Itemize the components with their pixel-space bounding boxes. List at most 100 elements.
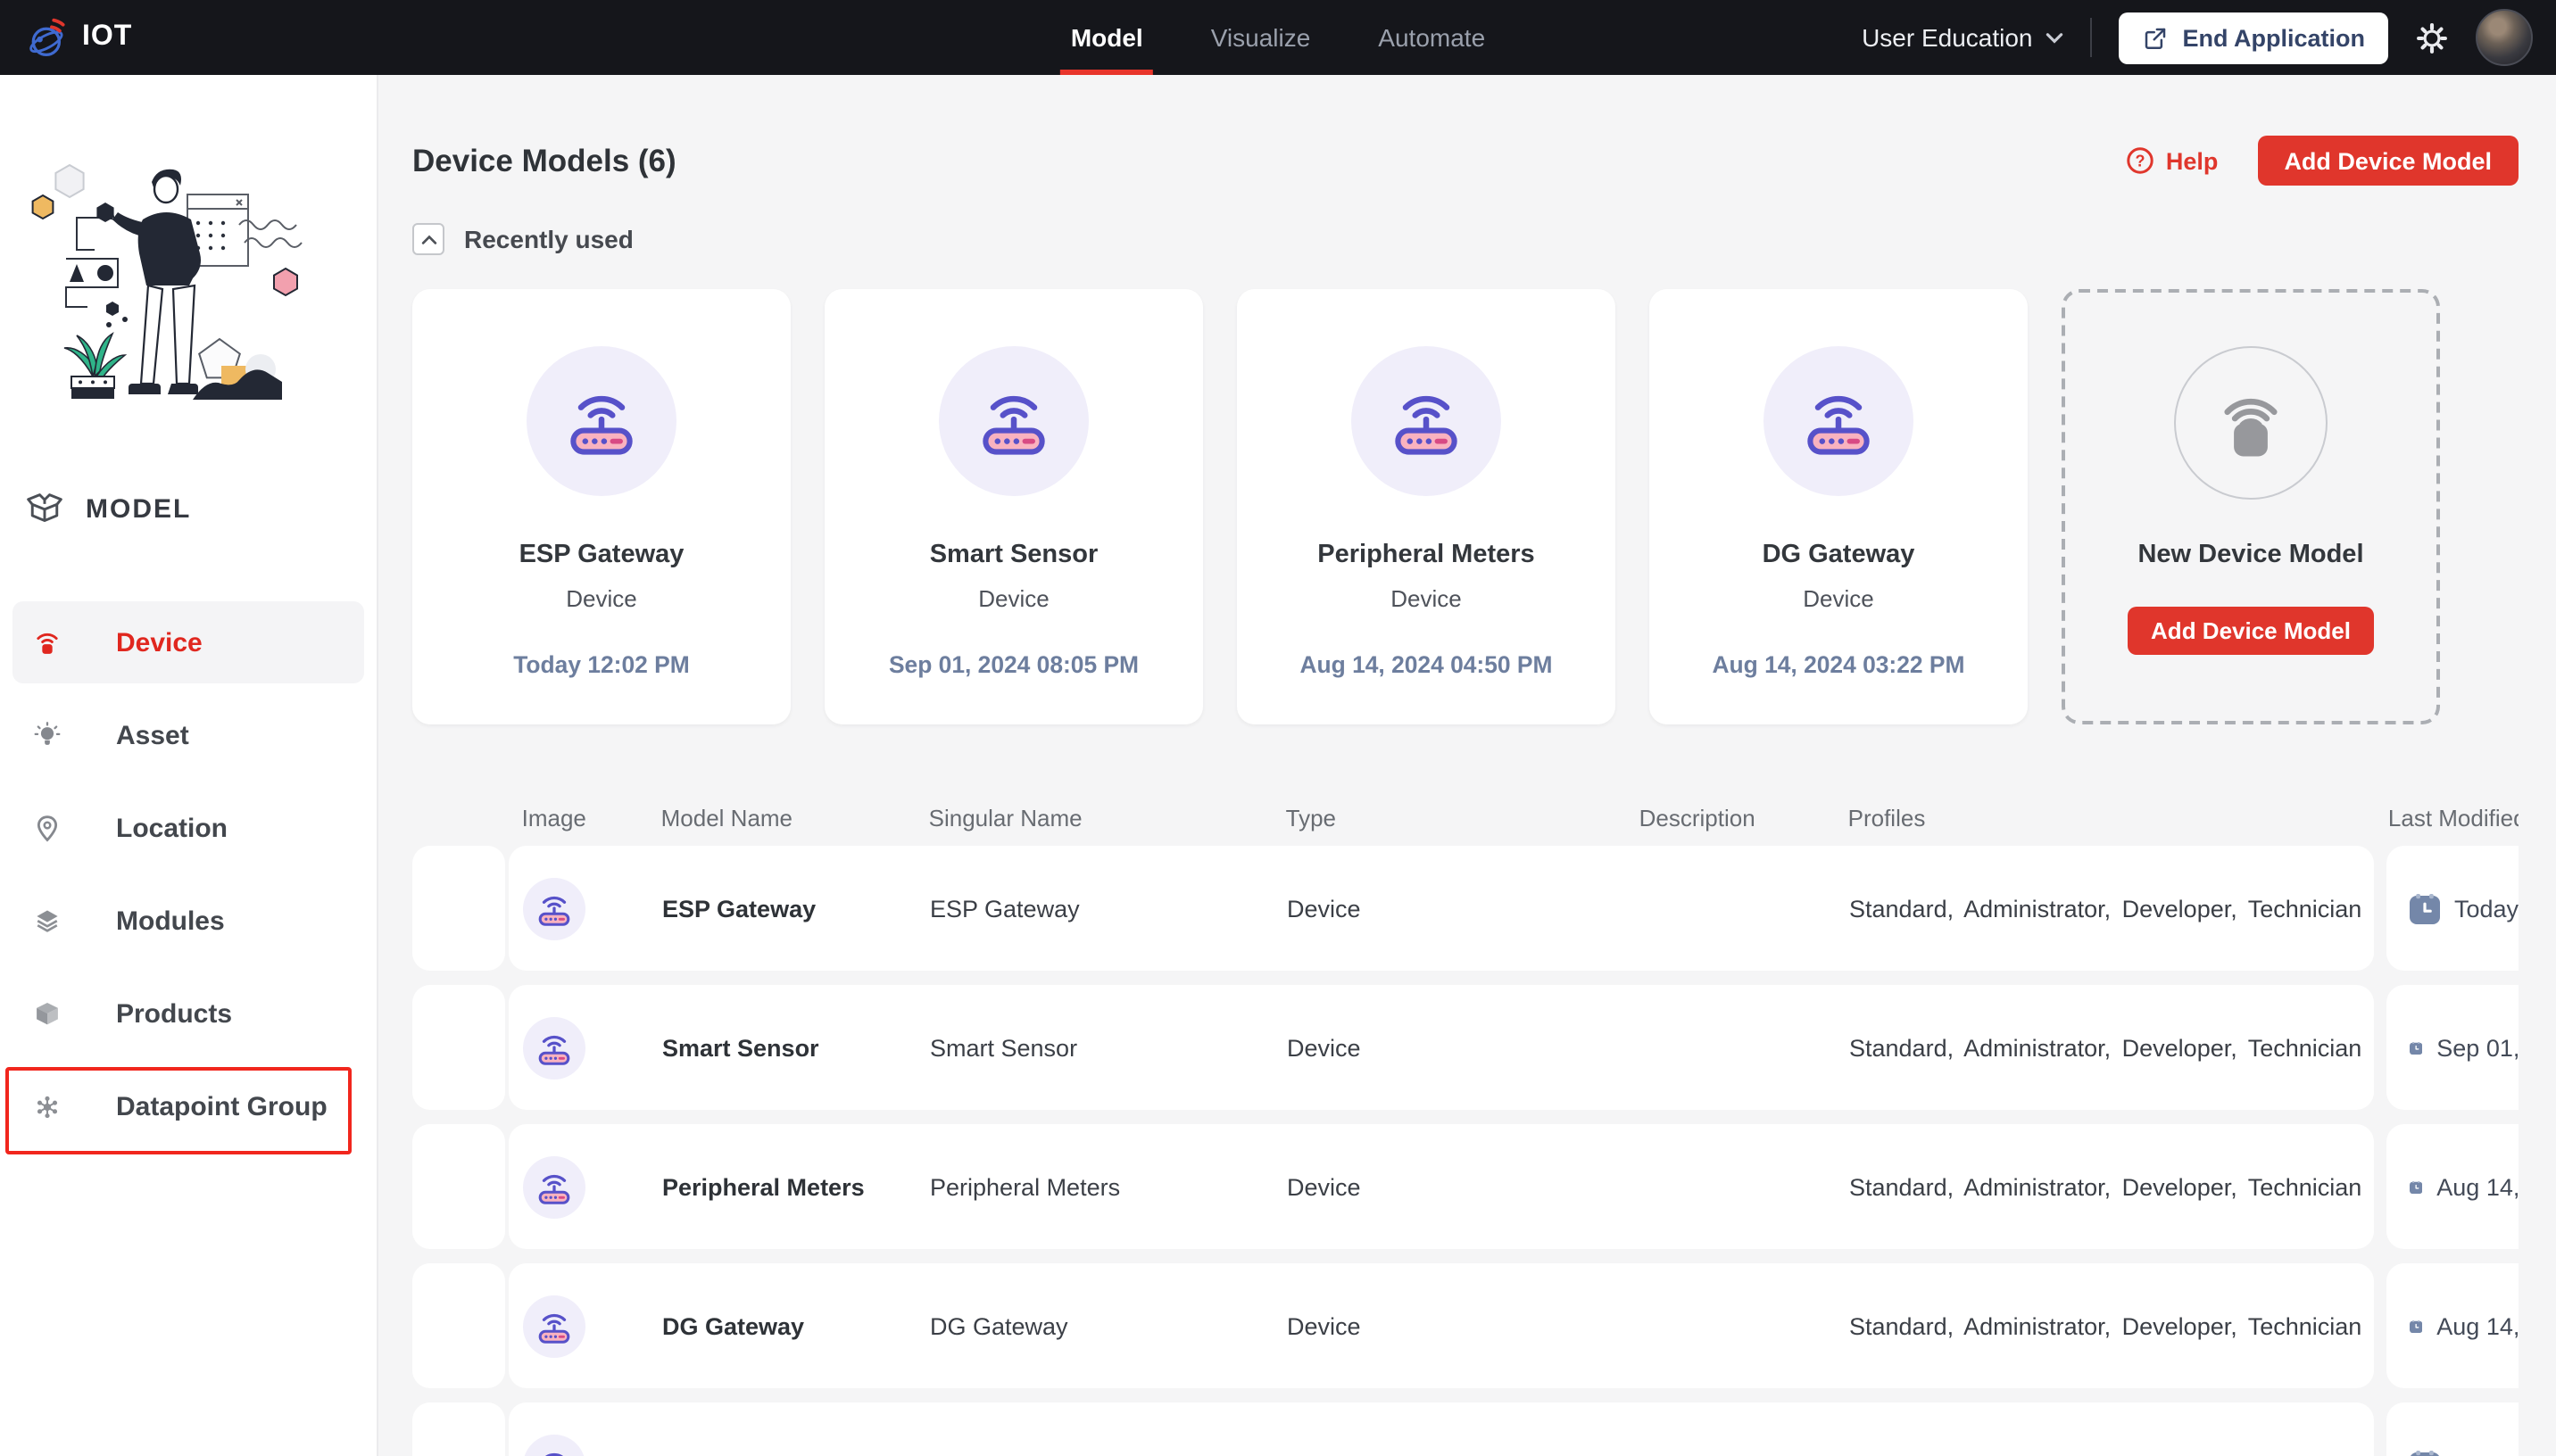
sidebar-item-products[interactable]: Products xyxy=(12,972,364,1055)
new-model-image-circle xyxy=(2174,346,2328,500)
help-link[interactable]: ? Help xyxy=(2127,146,2218,175)
model-card-name: ESP Gateway xyxy=(519,541,685,569)
table-row[interactable]: Peripheral Meters Peripheral Meters Devi… xyxy=(412,1124,2519,1249)
table-row[interactable]: ESP Gateway ESP Gateway Device Standard,… xyxy=(412,846,2519,971)
sidebar: MODEL Device Asset Location Modules Prod… xyxy=(0,75,378,1456)
top-navbar: IOT Model Visualize Automate User Educat… xyxy=(0,0,2556,75)
workspace-selector[interactable]: User Education xyxy=(1862,23,2062,52)
sidebar-section-model: MODEL xyxy=(25,489,191,528)
router-icon xyxy=(534,1444,575,1456)
user-avatar[interactable] xyxy=(2476,9,2533,66)
cell-last-modified: Sep 01, 2024 08:05 PM xyxy=(2436,1034,2519,1061)
model-card[interactable]: DG Gateway Device Aug 14, 2024 03:22 PM xyxy=(1649,289,2028,724)
workspace-label: User Education xyxy=(1862,23,2033,52)
cell-profiles: Standard, Administrator, Developer, Tech… xyxy=(1849,1034,2362,1061)
model-card-date: Sep 01, 2024 08:05 PM xyxy=(888,651,1140,678)
row-stub[interactable] xyxy=(412,846,505,971)
row-stub[interactable] xyxy=(412,1263,505,1388)
cell-model-name: Smart Sensor xyxy=(662,1034,819,1061)
wifi-device-gray-icon xyxy=(2213,385,2288,460)
column-image: Image xyxy=(521,804,586,831)
products-icon xyxy=(32,997,62,1030)
clock-icon xyxy=(2410,1032,2422,1063)
model-card-type: Device xyxy=(1390,585,1462,612)
router-icon xyxy=(560,380,643,462)
sidebar-menu: Device Asset Location Modules Products D… xyxy=(12,601,364,1158)
model-image-badge xyxy=(523,1016,585,1079)
router-icon xyxy=(534,1305,575,1346)
sidebar-section-label: MODEL xyxy=(86,493,192,524)
cell-profiles: Standard, Administrator, Developer, Tech… xyxy=(1849,1312,2362,1339)
column-last-modified: Last Modified xyxy=(2387,804,2519,831)
router-icon xyxy=(973,380,1055,462)
model-card-date: Aug 14, 2024 03:22 PM xyxy=(1712,651,1965,678)
nav-tabs: Model Visualize Automate xyxy=(1059,0,1485,75)
sidebar-item-asset[interactable]: Asset xyxy=(12,694,364,776)
sidebar-item-device[interactable]: Device xyxy=(12,601,364,683)
device-icon xyxy=(32,625,62,659)
cell-singular-name: Smart Sensor xyxy=(930,1034,1078,1061)
app-window: IOT Model Visualize Automate User Educat… xyxy=(0,0,2556,1456)
sidebar-item-modules[interactable]: Modules xyxy=(12,880,364,962)
add-device-model-button[interactable]: Add Device Model xyxy=(2257,136,2519,186)
collapse-toggle-button[interactable] xyxy=(412,223,444,255)
column-model-name: Model Name xyxy=(660,804,793,831)
model-image-badge xyxy=(523,877,585,939)
model-card[interactable]: Smart Sensor Device Sep 01, 2024 08:05 P… xyxy=(825,289,1203,724)
location-icon xyxy=(32,811,62,845)
sidebar-item-datapoint-group[interactable]: Datapoint Group xyxy=(12,1065,364,1147)
external-link-icon xyxy=(2142,24,2169,51)
cell-model-name: Peripheral Meters xyxy=(662,1173,865,1200)
cell-model-name: DG Gateway xyxy=(662,1312,805,1339)
tab-automate[interactable]: Automate xyxy=(1378,0,1485,75)
table-row[interactable]: DG Gateway DG Gateway Device Standard, A… xyxy=(412,1263,2519,1388)
cell-profiles: Standard, Administrator, Developer, Tech… xyxy=(1849,895,2362,922)
modules-icon xyxy=(32,904,62,938)
main-content: Device Models (6) ? Help Add Device Mode… xyxy=(377,75,2556,1456)
tab-model[interactable]: Model xyxy=(1059,0,1155,75)
column-profiles: Profiles xyxy=(1847,804,1926,831)
cell-singular-name: ESP Gateway xyxy=(930,895,1080,922)
tab-visualize[interactable]: Visualize xyxy=(1211,0,1311,75)
row-stub[interactable] xyxy=(412,1124,505,1249)
row-stub[interactable] xyxy=(412,985,505,1110)
model-card[interactable]: ESP Gateway Device Today 12:02 PM xyxy=(412,289,791,724)
help-question-icon: ? xyxy=(2128,147,2154,174)
sidebar-item-location[interactable]: Location xyxy=(12,787,364,869)
cell-model-name: ESP Gateway xyxy=(662,895,817,922)
model-image-badge xyxy=(527,346,676,496)
model-card-name: Smart Sensor xyxy=(929,541,1099,569)
router-icon xyxy=(534,888,575,929)
end-application-button[interactable]: End Application xyxy=(2118,12,2388,63)
model-card-type: Device xyxy=(566,585,637,612)
add-device-model-card-button[interactable]: Add Device Model xyxy=(2128,607,2374,655)
model-image-badge xyxy=(523,1434,585,1456)
table-row[interactable] xyxy=(412,1402,2519,1456)
clock-icon xyxy=(2410,1450,2440,1456)
settings-gear-icon[interactable] xyxy=(2415,21,2449,54)
cell-singular-name: Peripheral Meters xyxy=(930,1173,1121,1200)
row-stub[interactable] xyxy=(412,1402,505,1456)
model-card-date: Today 12:02 PM xyxy=(513,651,690,678)
sidebar-illustration xyxy=(31,164,303,400)
model-card-type: Device xyxy=(1803,585,1874,612)
model-card[interactable]: Peripheral Meters Device Aug 14, 2024 04… xyxy=(1237,289,1615,724)
model-card-name: DG Gateway xyxy=(1762,541,1915,569)
clock-icon xyxy=(2410,1171,2422,1202)
router-icon xyxy=(1385,380,1467,462)
cell-type: Device xyxy=(1287,1173,1361,1200)
chevron-up-icon xyxy=(420,234,436,244)
app-logo[interactable]: IOT xyxy=(0,15,132,60)
table-row[interactable]: Smart Sensor Smart Sensor Device Standar… xyxy=(412,985,2519,1110)
model-image-badge xyxy=(1351,346,1501,496)
cell-profiles: Standard, Administrator, Developer, Tech… xyxy=(1849,1173,2362,1200)
chevron-down-icon xyxy=(2046,32,2062,43)
table-header: Image Model Name Singular Name Type Desc… xyxy=(412,803,2519,831)
model-card-date: Aug 14, 2024 04:50 PM xyxy=(1299,651,1553,678)
cell-type: Device xyxy=(1287,1312,1361,1339)
model-image-badge xyxy=(1763,346,1913,496)
new-device-model-card[interactable]: New Device Model Add Device Model xyxy=(2062,289,2440,724)
model-card-name: Peripheral Meters xyxy=(1317,541,1535,569)
app-logo-text: IOT xyxy=(82,21,133,52)
cell-type: Device xyxy=(1287,1034,1361,1061)
